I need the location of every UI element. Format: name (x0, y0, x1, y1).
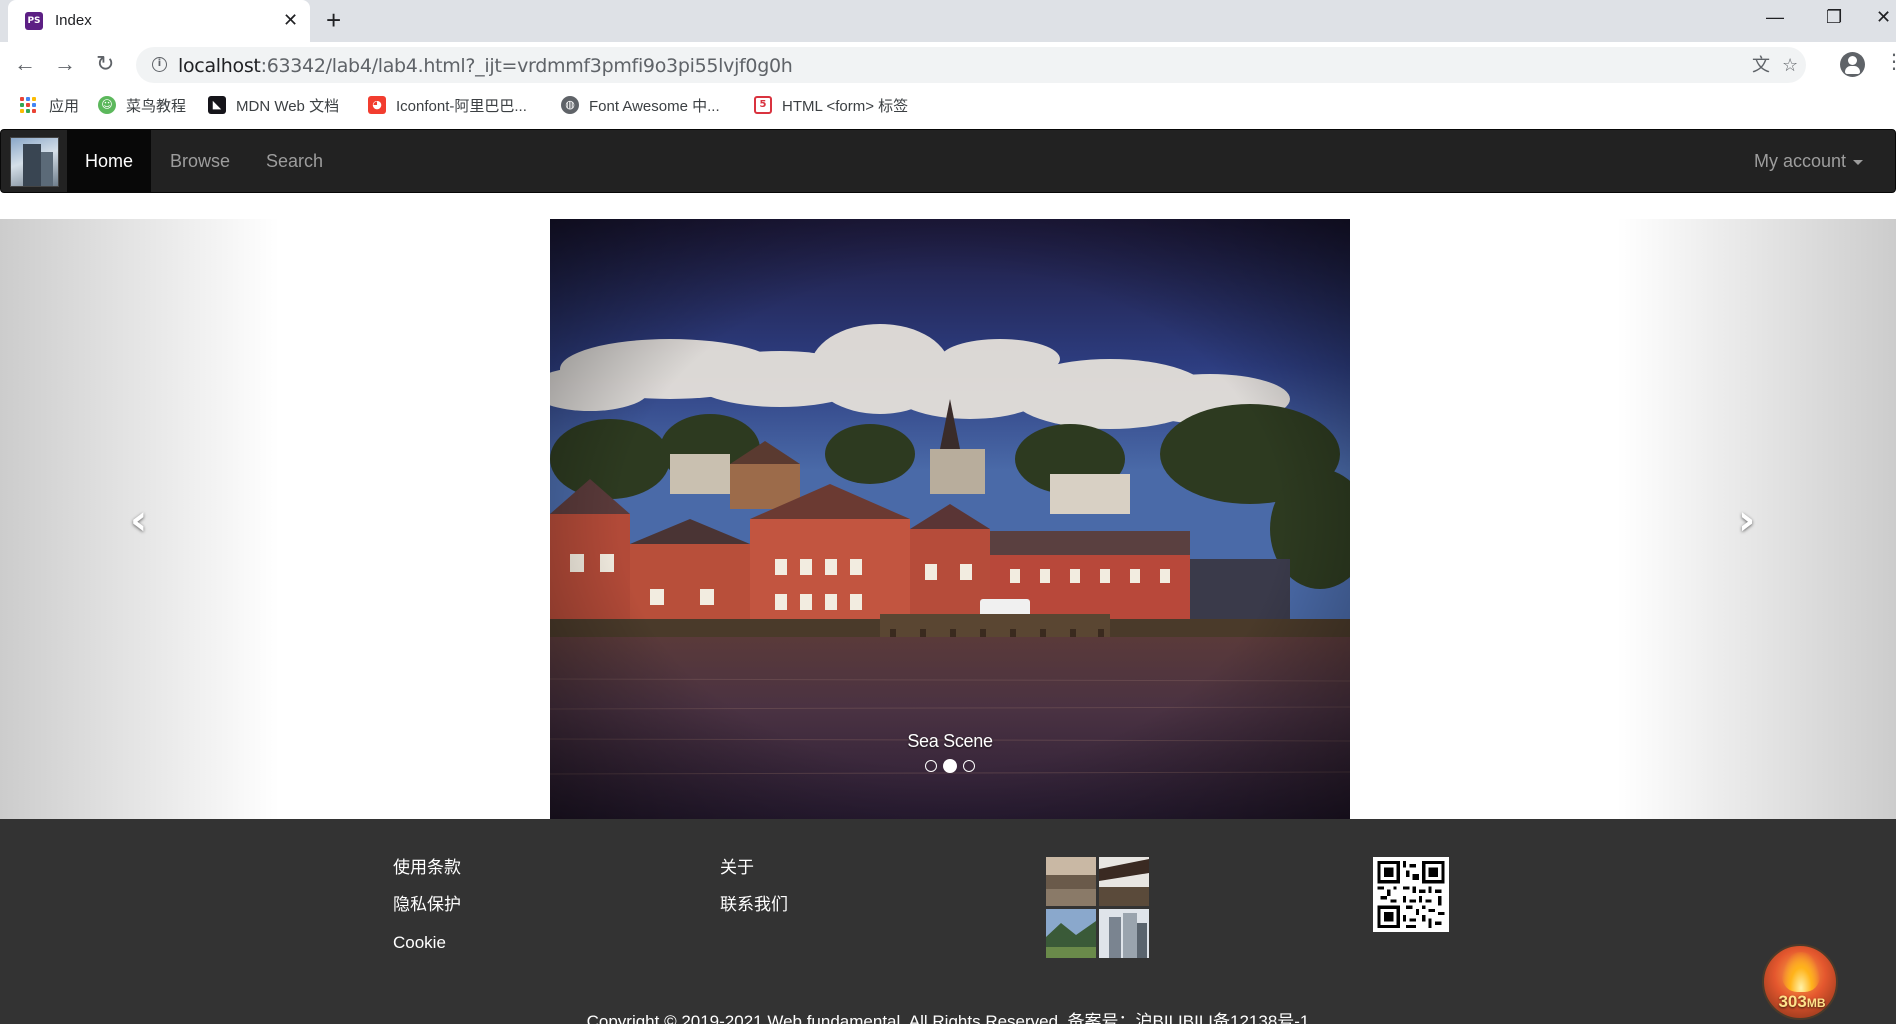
url-text[interactable]: localhost:63342/lab4/lab4.html?_ijt=vrdm… (178, 55, 793, 77)
copyright-text: Copyright © 2019-2021 Web fundamental. A… (586, 1012, 1310, 1031)
site-info-icon[interactable]: i (152, 57, 167, 72)
caret-down-icon (1853, 159, 1864, 165)
footer-link-cookie[interactable]: Cookie (393, 932, 446, 954)
my-account-dropdown[interactable]: My account (1754, 130, 1864, 192)
tab-title: Index (55, 12, 92, 29)
bookmarks-bar: 应用 ☺ 菜鸟教程 ◣ MDN Web 文档 ◕ Iconfont-阿里巴巴..… (0, 88, 1896, 122)
my-account-label: My account (1754, 151, 1847, 171)
carousel-indicator-3[interactable] (963, 760, 975, 772)
close-window-icon[interactable]: ✕ (1876, 6, 1891, 28)
bookmark-label: HTML <form> 标签 (782, 97, 909, 115)
brand-logo[interactable] (10, 137, 59, 187)
memory-usage-unit: MB (1806, 996, 1826, 1010)
bookmark-label: 应用 (49, 97, 80, 115)
bookmark-mdn[interactable]: ◣ MDN Web 文档 (208, 94, 339, 116)
minimize-icon[interactable]: — (1766, 6, 1784, 28)
bookmark-font-awesome[interactable]: ◍ Font Awesome 中... (561, 94, 720, 116)
site-footer: 使用条款 隐私保护 Cookie 关于 联系我们 Copyright © 201… (0, 819, 1896, 1031)
browser-toolbar: ← → ↻ i localhost:63342/lab4/lab4.html?_… (0, 42, 1896, 88)
chevron-left-icon[interactable]: ‹ (130, 499, 147, 541)
bookmark-apps[interactable]: 应用 (20, 94, 79, 116)
forward-arrow-icon[interactable]: → (54, 51, 76, 77)
new-tab-plus-icon[interactable]: + (326, 7, 341, 33)
back-arrow-icon[interactable]: ← (14, 51, 36, 77)
carousel-slide-image: Sea Scene (550, 219, 1350, 819)
bookmark-runoob[interactable]: ☺ 菜鸟教程 (98, 94, 186, 116)
memory-usage-value: 303 (1778, 992, 1807, 1011)
slide-caption: Sea Scene (907, 731, 993, 751)
chevron-right-icon[interactable]: › (1738, 499, 1755, 541)
footer-link-terms[interactable]: 使用条款 (393, 857, 461, 879)
nav-home[interactable]: Home (67, 130, 152, 192)
url-host: localhost (178, 55, 261, 77)
mdn-icon: ◣ (208, 96, 226, 114)
globe-icon: ◍ (561, 96, 579, 114)
nav-browse[interactable]: Browse (152, 130, 248, 192)
thumbnail-image-1[interactable] (1046, 857, 1096, 906)
profile-avatar-icon[interactable] (1840, 52, 1865, 77)
browser-menu-icon[interactable]: ⋮ (1884, 50, 1896, 74)
footer-thumbnail-grid (1046, 857, 1152, 958)
qr-code-image (1373, 857, 1449, 932)
bookmark-label: MDN Web 文档 (236, 97, 340, 115)
site-navbar: Home Browse Search My account (0, 129, 1896, 193)
memory-usage-flame-badge[interactable]: 303MB (1762, 944, 1838, 1020)
thumbnail-image-3[interactable] (1046, 909, 1096, 958)
tab-close-icon[interactable]: ✕ (283, 9, 298, 31)
w3school-icon: 5 (754, 96, 772, 114)
browser-tab[interactable]: PS Index ✕ (8, 0, 310, 42)
url-path: :63342/lab4/lab4.html?_ijt=vrdmmf3pmfi9o… (260, 55, 793, 77)
image-carousel: ‹ › Sea Scene (0, 219, 1896, 819)
footer-link-privacy[interactable]: 隐私保护 (393, 894, 461, 916)
address-bar[interactable]: i localhost:63342/lab4/lab4.html?_ijt=vr… (136, 47, 1806, 83)
reload-icon[interactable]: ↻ (96, 51, 114, 77)
browser-tab-strip: PS Index ✕ + — ❐ ✕ (0, 0, 1896, 42)
thumbnail-image-4[interactable] (1099, 909, 1149, 958)
iconfont-icon: ◕ (368, 96, 386, 114)
memory-usage-text: 303MB (1764, 992, 1840, 1012)
carousel-indicator-1[interactable] (925, 760, 937, 772)
thumbnail-image-2[interactable] (1099, 857, 1149, 906)
bookmark-iconfont[interactable]: ◕ Iconfont-阿里巴巴... (368, 94, 527, 116)
sea-scene-photo (550, 219, 1350, 819)
carousel-indicators (550, 759, 1350, 773)
phpstorm-favicon-icon: PS (25, 12, 43, 30)
bookmark-label: 菜鸟教程 (126, 97, 187, 115)
footer-link-about[interactable]: 关于 (720, 857, 754, 879)
bookmark-star-icon[interactable]: ☆ (1782, 54, 1798, 76)
restore-window-icon[interactable]: ❐ (1826, 6, 1842, 28)
footer-link-contact[interactable]: 联系我们 (720, 894, 788, 916)
qr-code-graphic (1377, 861, 1445, 928)
bookmark-label: Iconfont-阿里巴巴... (396, 97, 527, 115)
apps-grid-icon (20, 97, 36, 113)
carousel-indicator-2[interactable] (943, 759, 957, 773)
bookmark-label: Font Awesome 中... (589, 97, 720, 115)
nav-search[interactable]: Search (248, 130, 341, 192)
bookmark-html-form[interactable]: 5 HTML <form> 标签 (754, 94, 908, 116)
carousel-next-control[interactable] (1616, 219, 1896, 819)
runoob-icon: ☺ (98, 96, 116, 114)
translate-icon[interactable]: 文 (1752, 54, 1770, 76)
